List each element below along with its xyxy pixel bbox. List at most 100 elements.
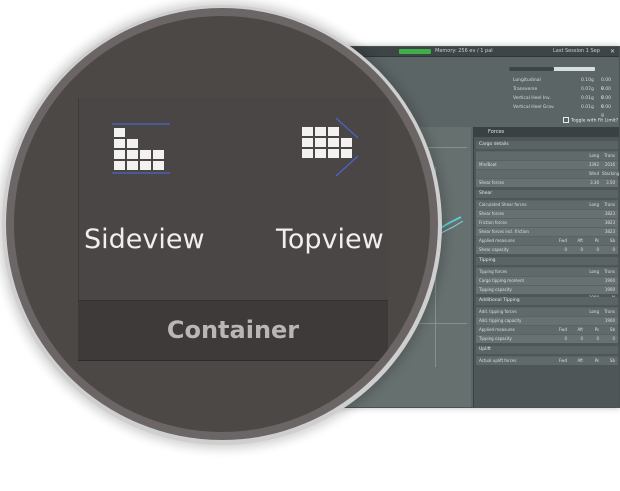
table-row: Cargo tipping moment19901900 N <box>476 276 618 291</box>
stat-label: Longitudinal <box>513 78 541 83</box>
row-cell: Sb <box>609 238 615 243</box>
row-cell: 0 <box>596 336 599 341</box>
row-cell: Trans <box>604 309 615 314</box>
row-label: Tipping capacity <box>479 336 512 341</box>
row-cell: Trans <box>604 153 615 158</box>
table-row: Applied measures Fwd Aft Ps Sb <box>476 236 618 245</box>
table-row: Friction forces7.53823 N <box>476 218 618 233</box>
section-header[interactable]: Uplift <box>476 346 618 354</box>
row-label: Add. tipping forces <box>479 309 517 314</box>
row-cell: 0 <box>564 247 567 252</box>
table-row: Actual uplift forces Fwd Aft Ps Sb <box>476 356 618 365</box>
row-label: Friction forces <box>479 220 508 225</box>
section-header[interactable]: Shear <box>476 190 618 198</box>
stat-row: Vertical Heel Grav. 0.01g 0.00 g <box>509 104 615 118</box>
row-label: Calculated Shear forces <box>479 202 527 207</box>
row-cell: Long <box>589 202 599 207</box>
stat-row: Transverse 0.07g 0.00 g <box>509 86 615 100</box>
table-row: Long Trans <box>476 151 618 160</box>
row-label: Shear forces <box>479 211 505 216</box>
row-label: Tipping capacity <box>479 287 512 292</box>
row-cell: 0 <box>596 247 599 252</box>
row-cell: 3392 <box>588 162 599 167</box>
checkbox[interactable] <box>563 117 569 123</box>
row-cell: Ps <box>594 327 599 332</box>
row-cell: Aft <box>577 238 584 243</box>
table-row: Applied measures Fwd Aft Ps Sb <box>476 325 618 334</box>
row-cell: Long <box>589 309 599 314</box>
row-label: Shear forces incl. friction <box>479 229 529 234</box>
section-header[interactable]: Tipping <box>476 257 618 265</box>
row-cell: Trans <box>604 269 615 274</box>
row-cell: Long <box>589 269 599 274</box>
section-header[interactable]: Cargo details <box>476 141 618 149</box>
table-row: Add. tipping capacity19901900 N <box>476 316 618 331</box>
table-row: Tipping forces Long Trans <box>476 267 618 276</box>
stat-value: 0.10g <box>581 78 594 83</box>
row-cell: Trans <box>604 202 615 207</box>
stat-value: 0.01g <box>581 96 594 101</box>
row-label: Applied measures <box>479 327 515 332</box>
row-cell: Stacking <box>602 171 620 176</box>
row-cell: 3.30 <box>590 180 599 185</box>
title-right-text: Last Session 1 Sep <box>553 48 600 54</box>
row-cell: Wind <box>588 171 599 176</box>
section-header[interactable]: Additional Tipping <box>476 297 618 305</box>
row-cell: 0 <box>580 247 583 252</box>
stat-value: 0.07g <box>581 87 594 92</box>
table-row: Wind Stacking <box>476 169 620 178</box>
magnifier-lens: Sideview Topview Container <box>14 16 430 432</box>
row-cell: Fwd <box>558 238 567 243</box>
row-cell: Aft <box>577 327 584 332</box>
row-cell: Ps <box>594 238 599 243</box>
topview-icon <box>302 117 359 177</box>
row-cell: 3.50 <box>606 180 615 185</box>
row-cell: Fwd <box>558 327 567 332</box>
row-label: Add. tipping capacity <box>479 318 522 323</box>
row-cell: Sb <box>609 327 615 332</box>
row-label: Shear forces <box>479 180 505 185</box>
row-cell: Aft <box>577 358 584 363</box>
table-row: Min/Boat 3392 2016 <box>476 160 618 169</box>
stat-row: Vertical Heel Inv. 0.01g 0.00 g <box>509 95 615 109</box>
table-row: Tipping capacity19901900 N <box>476 285 618 300</box>
toggle-label: Toggle with Fit Limit? <box>571 118 619 124</box>
row-cell: 0 <box>612 336 615 341</box>
table-row: Shear forces 3.30 3.50 <box>476 178 618 187</box>
table-row: Shear forces38.63823 N <box>476 209 618 224</box>
row-cell: 0 <box>564 336 567 341</box>
sideview-button[interactable]: Sideview <box>80 110 220 295</box>
stat-label: Vertical Heel Grav. <box>513 105 555 110</box>
row-cell: Sb <box>609 358 615 363</box>
row-cell: 2016 <box>604 162 615 167</box>
row-label: Min/Boat <box>479 162 497 167</box>
row-label: Actual uplift forces <box>479 358 517 363</box>
stat-label: Transverse <box>513 87 538 92</box>
row-cell: 0 <box>612 247 615 252</box>
sideview-label: Sideview <box>84 224 205 255</box>
close-icon[interactable]: ✕ <box>610 48 615 55</box>
fit-limit-toggle[interactable]: Toggle with Fit Limit? <box>563 117 618 124</box>
table-row: Calculated Shear forces Long Trans <box>476 200 618 209</box>
table-row: Shear forces incl. friction32.53823 N <box>476 227 618 242</box>
sideview-icon <box>112 123 170 174</box>
stat-row: Longitudinal 0.10g 0.00 g <box>509 77 615 91</box>
row-cell: Ps <box>594 358 599 363</box>
forces-panel: Forces Cargo details Long Trans Min/Boat 339… <box>473 127 620 407</box>
row-cell: Fwd <box>558 358 567 363</box>
stats-list: Longitudinal 0.10g 0.00 g Transverse 0.07g 0.… <box>509 65 615 123</box>
row-label: Cargo tipping moment <box>479 278 525 283</box>
table-row: Shear capacity 0 0 0 0 <box>476 245 618 254</box>
stat-value: 0.01g <box>581 105 594 110</box>
container-group-label: Container <box>166 316 300 344</box>
forces-panel-title: Forces <box>474 127 619 137</box>
title-left-text: Memory: 256 ev / 1 pal <box>435 48 493 54</box>
row-label: Shear capacity <box>479 247 509 252</box>
row-cell: Long <box>589 153 599 158</box>
table-row: Tipping capacity 0 0 0 0 <box>476 334 618 343</box>
row-label: Applied measures <box>479 238 515 243</box>
row-cell: 0 <box>580 336 583 341</box>
table-row: Add. tipping forces Long Trans <box>476 307 618 316</box>
topview-button[interactable]: Topview <box>260 110 388 295</box>
row-label: Tipping forces <box>479 269 508 274</box>
